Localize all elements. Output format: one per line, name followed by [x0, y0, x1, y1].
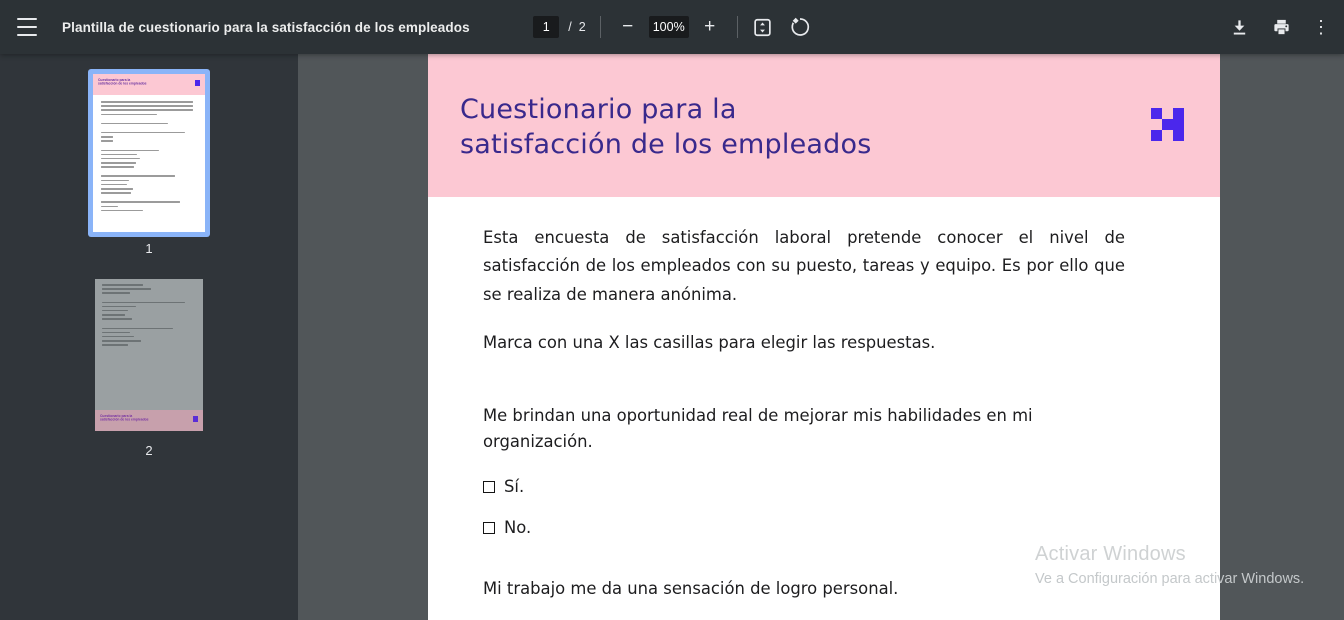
thumbnail-text-line: [101, 122, 169, 125]
thumbnail-text-line: [102, 344, 129, 346]
instructions-paragraph: Marca con una X las casillas para elegir…: [483, 333, 936, 353]
option-label: No.: [504, 518, 532, 538]
thumbnail-text-line: [102, 340, 142, 342]
thumbnail-text-line: [102, 301, 185, 304]
menu-icon[interactable]: [16, 18, 38, 36]
thumbnail-1-logo-icon: [195, 80, 200, 86]
document-heading: Cuestionario para la satisfacción de los…: [460, 94, 872, 160]
pixel-h-logo-icon: [1151, 108, 1184, 141]
thumbnail-text-line: [101, 101, 194, 103]
print-icon[interactable]: [1272, 18, 1291, 37]
thumbnail-text-line: [101, 192, 131, 194]
thumbnail-text-line: [101, 109, 194, 111]
thumbnail-text-line: [102, 335, 134, 338]
toolbar-center-section: 1 / 2 − 100% +: [533, 14, 810, 40]
thumbnail-text-line: [101, 205, 119, 208]
thumbnail-text-line: [101, 209, 144, 212]
thumbnail-text-line: [101, 145, 197, 150]
page-number-input[interactable]: 1: [533, 16, 560, 38]
thumbnail-text-line: [102, 284, 144, 286]
thumbnail-text-line: [101, 153, 138, 156]
question-1: Me brindan una oportunidad real de mejor…: [483, 406, 1033, 452]
download-icon[interactable]: [1230, 18, 1249, 37]
thumbnail-text-line: [101, 175, 175, 177]
thumbnail-text-line: [101, 149, 159, 151]
option-label: Sí.: [504, 477, 525, 497]
thumbnail-text-line: [102, 292, 131, 294]
page-total: 2: [578, 20, 586, 34]
thumbnail-text-line: [101, 188, 133, 190]
thumbnail-2-footer: Cuestionario para la satisfacción de los …: [95, 410, 203, 431]
thumbnail-text-line: [102, 305, 136, 308]
thumbnail-text-line: [101, 140, 114, 142]
zoom-level-input[interactable]: 100%: [648, 16, 689, 38]
more-options-icon[interactable]: ⋮: [1312, 17, 1330, 38]
question-2: Mi trabajo me da una sensación de logro …: [483, 579, 899, 599]
thumbnail-text-line: [101, 162, 136, 164]
thumbnail-text-line: [102, 288, 151, 290]
fit-to-page-icon[interactable]: [752, 17, 773, 38]
thumbnail-text-line: [101, 105, 194, 107]
thumbnail-text-line: [101, 166, 134, 168]
thumbnail-1-page-label: 1: [145, 241, 153, 256]
question-1-options: Sí. No.: [483, 477, 1125, 537]
pdf-viewport[interactable]: Cuestionario para la satisfacción de los…: [298, 54, 1344, 620]
page-divider: /: [568, 20, 572, 34]
thumbnail-page-1[interactable]: Cuestionario para la satisfacción de los …: [88, 69, 210, 237]
option-row: No.: [483, 518, 1125, 537]
toolbar-separator: [736, 16, 738, 38]
document-body: Esta encuesta de satisfacción laboral pr…: [428, 224, 1220, 620]
thumbnail-text-line: [101, 201, 180, 203]
thumbnail-sidebar: Cuestionario para la satisfacción de los …: [0, 54, 298, 620]
thumbnail-text-line: [101, 157, 141, 160]
zoom-out-icon[interactable]: −: [615, 14, 641, 40]
thumbnail-text-line: [101, 183, 127, 186]
thumbnail-2-text-lines: [95, 279, 203, 353]
zoom-in-icon[interactable]: +: [697, 14, 723, 40]
thumbnail-2-title: Cuestionario para la satisfacción de los …: [100, 414, 149, 422]
thumbnail-text-line: [102, 318, 133, 320]
thumbnail-text-line: [101, 113, 157, 116]
toolbar-separator: [599, 16, 601, 38]
toolbar-right-section: ⋮: [811, 17, 1344, 38]
thumbnail-page-2[interactable]: Cuestionario para la satisfacción de los …: [95, 279, 203, 431]
thumbnail-text-line: [102, 323, 196, 328]
pdf-viewer-toolbar: Plantilla de cuestionario para la satisf…: [0, 0, 1344, 54]
thumbnail-text-line: [102, 314, 125, 316]
thumbnail-page-1-preview: Cuestionario para la satisfacción de los …: [93, 74, 205, 232]
pdf-page-1: Cuestionario para la satisfacción de los…: [428, 54, 1220, 620]
checkbox-icon: [483, 481, 495, 494]
document-header-band: Cuestionario para la satisfacción de los…: [428, 54, 1220, 197]
thumbnail-text-line: [102, 309, 129, 312]
thumbnail-text-line: [102, 331, 131, 334]
option-row: Sí.: [483, 477, 1125, 496]
intro-paragraph: Esta encuesta de satisfacción laboral pr…: [483, 228, 1125, 304]
thumbnail-2-page-label: 2: [145, 443, 153, 458]
thumbnail-text-line: [101, 131, 186, 134]
thumbnail-text-line: [102, 297, 196, 302]
thumbnail-text-line: [101, 136, 114, 138]
thumbnail-1-title: Cuestionario para la satisfacción de los …: [98, 78, 147, 86]
thumbnail-text-line: [102, 327, 174, 329]
thumbnail-1-text-lines: [93, 95, 205, 220]
thumbnail-1-header: Cuestionario para la satisfacción de los …: [93, 74, 205, 95]
toolbar-left-section: Plantilla de cuestionario para la satisf…: [0, 18, 533, 36]
thumbnail-text-line: [101, 179, 129, 182]
thumbnail-2-logo-icon: [193, 416, 198, 422]
rotate-counterclockwise-icon[interactable]: [789, 16, 811, 38]
document-title: Plantilla de cuestionario para la satisf…: [62, 19, 470, 35]
checkbox-icon: [483, 522, 495, 535]
